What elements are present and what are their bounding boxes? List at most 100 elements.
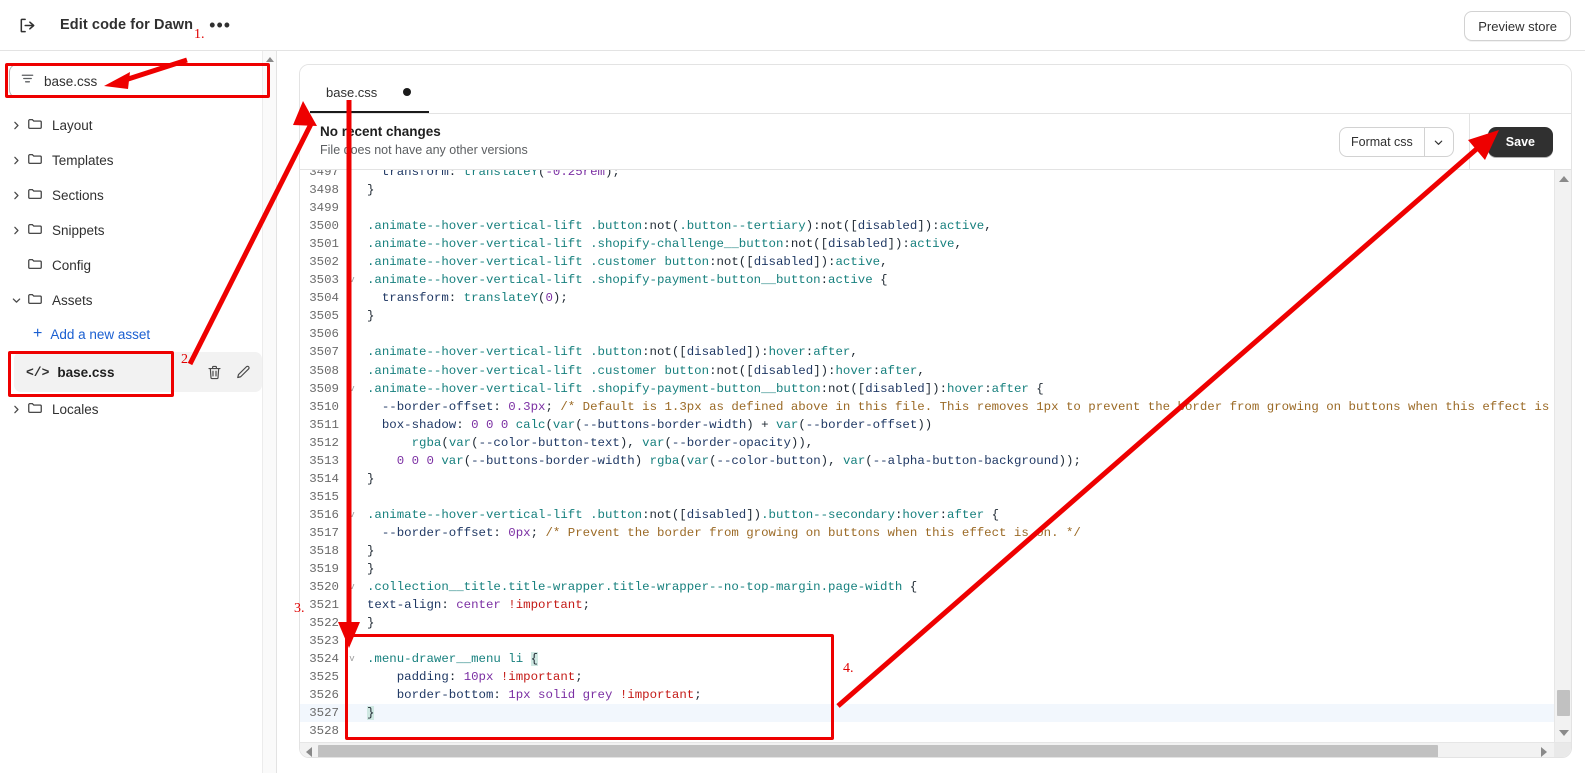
code-line[interactable]: 3501 .animate--hover-vertical-lift .shopi… <box>300 235 1554 253</box>
line-number: 3514 <box>309 471 339 486</box>
annotation-box-search <box>5 63 270 98</box>
folder-icon <box>27 151 43 170</box>
chevron-down-icon[interactable] <box>1423 128 1453 156</box>
line-number: 3497 <box>309 170 339 180</box>
sidebar-item-templates[interactable]: Templates <box>0 143 276 178</box>
code-line[interactable]: 3511 box-shadow: 0 0 0 calc(var(--button… <box>300 416 1554 434</box>
code-horizontal-scrollbar[interactable] <box>300 742 1571 757</box>
tab-base-css[interactable]: base.css <box>310 73 430 113</box>
code-line[interactable]: 3500 .animate--hover-vertical-lift .butto… <box>300 217 1554 235</box>
code-line[interactable]: 3499 <box>300 199 1554 217</box>
sidebar-item-label: Config <box>52 258 92 273</box>
pencil-icon[interactable] <box>235 364 252 381</box>
vertical-scroll-thumb[interactable] <box>1557 690 1570 716</box>
sidebar-item-assets[interactable]: Assets <box>0 283 276 318</box>
code-line[interactable]: 3510 --border-offset: 0.3px; /* Default … <box>300 398 1554 416</box>
code-line[interactable]: 3504 transform: translateY(0); <box>300 289 1554 307</box>
code-line[interactable]: 3497 transform: translateY(-0.25rem); <box>300 170 1554 181</box>
sidebar-scrollbar[interactable] <box>262 51 276 773</box>
format-css-button[interactable]: Format css <box>1338 127 1454 157</box>
code-editor-page: Edit code for Dawn ••• Preview store bas… <box>0 0 1585 773</box>
line-number: 3516 <box>309 507 339 522</box>
folder-icon <box>27 256 43 275</box>
code-text: .animate--hover-vertical-lift .button:no… <box>367 219 992 234</box>
sidebar-item-sections[interactable]: Sections <box>0 178 276 213</box>
save-button[interactable]: Save <box>1487 127 1553 157</box>
code-text: } <box>367 183 375 198</box>
line-number: 3521 <box>309 598 339 613</box>
line-number: 3522 <box>309 616 339 631</box>
line-number: 3512 <box>309 435 339 450</box>
scroll-left-icon[interactable] <box>306 747 312 757</box>
scroll-up-icon[interactable] <box>1559 176 1569 182</box>
fold-toggle-icon[interactable]: v <box>346 271 358 289</box>
code-text: 0 0 0 var(--buttons-border-width) rgba(v… <box>396 453 1081 468</box>
code-line[interactable]: 3516 v .animate--hover-vertical-lift .butt… <box>300 506 1554 524</box>
recent-changes-title: No recent changes <box>320 124 441 140</box>
code-text: .animate--hover-vertical-lift .customer … <box>367 255 888 270</box>
code-line[interactable]: 3521 text-align: center !important; <box>300 596 1554 614</box>
code-line[interactable]: 3505} <box>300 307 1554 325</box>
code-line[interactable]: 3522} <box>300 614 1554 632</box>
line-number: 3525 <box>309 670 339 685</box>
sidebar-item-layout[interactable]: Layout <box>0 108 276 143</box>
line-number: 3503 <box>309 273 339 288</box>
code-line[interactable]: 3519} <box>300 560 1554 578</box>
code-line[interactable]: 3503 v .animate--hover-vertical-lift .shop… <box>300 271 1554 289</box>
line-number: 3515 <box>309 489 339 504</box>
scroll-right-icon[interactable] <box>1541 747 1547 757</box>
fold-toggle-icon[interactable]: v <box>346 506 358 524</box>
file-sidebar: base.css Layout Templates Sections Snipp… <box>0 51 277 773</box>
plus-icon: + <box>33 325 43 342</box>
add-new-asset-button[interactable]: + Add a new asset <box>0 318 276 350</box>
line-number: 3505 <box>309 309 339 324</box>
sidebar-item-label: Layout <box>52 118 93 133</box>
code-line[interactable]: 3509 v .animate--hover-vertical-lift .shop… <box>300 380 1554 398</box>
horizontal-scroll-thumb[interactable] <box>318 745 1438 757</box>
fold-toggle-icon[interactable]: v <box>346 578 358 596</box>
fold-toggle-icon[interactable]: v <box>346 380 358 398</box>
code-line[interactable]: 3518} <box>300 542 1554 560</box>
trash-icon[interactable] <box>206 364 223 381</box>
folder-icon <box>27 291 43 310</box>
sidebar-item-label: Templates <box>52 153 114 168</box>
scroll-down-icon[interactable] <box>1559 730 1569 736</box>
exit-arrow-icon[interactable] <box>13 11 41 39</box>
sidebar-item-label: Snippets <box>52 223 105 238</box>
preview-store-button[interactable]: Preview store <box>1464 11 1571 41</box>
code-line[interactable]: 3498} <box>300 181 1554 199</box>
toolbar-divider <box>1468 114 1470 170</box>
toolbar-actions: Format css Save <box>1338 114 1571 170</box>
sidebar-item-label: Locales <box>52 402 99 417</box>
code-line[interactable]: 3512 rgba(var(--color-button-text), var(… <box>300 434 1554 452</box>
sidebar-item-label: Sections <box>52 188 104 203</box>
tab-label: base.css <box>326 84 378 100</box>
code-line[interactable]: 3507 .animate--hover-vertical-lift .butto… <box>300 343 1554 361</box>
code-text: box-shadow: 0 0 0 calc(var(--buttons-bor… <box>381 417 933 432</box>
code-text: .animate--hover-vertical-lift .customer … <box>367 363 925 378</box>
asset-row-actions <box>206 364 252 381</box>
folder-icon <box>27 400 43 419</box>
code-vertical-scrollbar[interactable] <box>1554 170 1571 742</box>
more-actions-button[interactable]: ••• <box>207 13 233 37</box>
code-text: transform: translateY(0); <box>381 291 568 306</box>
page-title: Edit code for Dawn <box>60 17 194 33</box>
add-new-asset-label: Add a new asset <box>50 326 151 342</box>
sidebar-item-config[interactable]: Config <box>0 248 276 283</box>
sidebar-item-locales[interactable]: Locales <box>0 392 276 427</box>
code-line[interactable]: 3506 <box>300 325 1554 343</box>
code-line[interactable]: 3517 --border-offset: 0px; /* Prevent th… <box>300 524 1554 542</box>
editor-tabstrip: base.css <box>300 65 1571 114</box>
code-line[interactable]: 3520 v .collection__title.title-wrapper.ti… <box>300 578 1554 596</box>
code-line[interactable]: 3502 .animate--hover-vertical-lift .custo… <box>300 253 1554 271</box>
recent-changes-subtitle: File does not have any other versions <box>320 143 528 158</box>
code-line[interactable]: 3513 0 0 0 var(--buttons-border-width) r… <box>300 452 1554 470</box>
code-line[interactable]: 3514} <box>300 470 1554 488</box>
code-line[interactable]: 3515 <box>300 488 1554 506</box>
code-text: } <box>367 544 375 558</box>
code-line[interactable]: 3508 .animate--hover-vertical-lift .custo… <box>300 362 1554 380</box>
chevron-right-icon <box>8 121 24 130</box>
code-text: } <box>367 471 375 486</box>
scroll-up-icon[interactable] <box>266 57 274 62</box>
sidebar-item-snippets[interactable]: Snippets <box>0 213 276 248</box>
